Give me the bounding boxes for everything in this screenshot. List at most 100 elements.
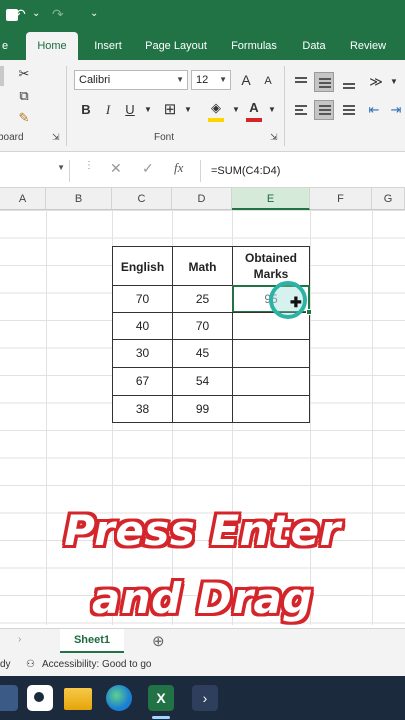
status-ready: dy <box>0 659 11 670</box>
image-app-lens <box>34 692 44 702</box>
formula-bar: ▼ ⋮ ✕ ✓ fx =SUM(C4:D4) <box>0 152 405 188</box>
increase-indent-icon[interactable]: ⇥ <box>386 100 405 120</box>
table-cell[interactable]: 30 <box>112 339 173 368</box>
tab-home[interactable]: Home <box>26 32 78 60</box>
top-align-icon[interactable] <box>290 72 310 92</box>
chevron-down-icon[interactable]: ▼ <box>262 100 282 120</box>
name-box[interactable]: ▼ <box>0 160 70 182</box>
edge-icon[interactable] <box>106 685 132 711</box>
bottom-align-icon[interactable] <box>338 72 358 92</box>
header-cell-english[interactable]: English <box>112 246 173 286</box>
fill-color-swatch <box>208 118 224 122</box>
table-cell[interactable]: 67 <box>112 367 173 396</box>
column-header-g[interactable]: G <box>372 188 405 210</box>
header-cell-math[interactable]: Math <box>172 246 233 286</box>
font-size-box[interactable]: 12 ▼ <box>191 70 231 90</box>
copy-icon[interactable]: ⧉ <box>14 86 34 106</box>
insert-function-icon[interactable]: fx <box>174 160 183 176</box>
cut-icon[interactable]: ✂ <box>14 64 34 84</box>
tab-page-layout[interactable]: Page Layout <box>140 32 212 60</box>
excel-icon[interactable]: X <box>148 685 174 711</box>
tab-file[interactable]: e <box>0 32 12 60</box>
borders-icon[interactable]: ⊞ <box>160 100 180 120</box>
chevron-down-icon[interactable]: ▼ <box>384 72 404 92</box>
shrink-font-icon[interactable]: A <box>258 71 278 91</box>
font-name-box[interactable]: Calibri ▼ <box>74 70 188 90</box>
cancel-icon[interactable]: ✕ <box>110 160 122 177</box>
caption-line-1: Press Enter <box>64 506 341 555</box>
undo-dropdown-icon[interactable]: ⌄ <box>32 8 40 19</box>
tab-insert[interactable]: Insert <box>86 32 130 60</box>
column-header-d[interactable]: D <box>172 188 232 210</box>
font-group-label: Font <box>154 132 175 143</box>
taskbar: X › <box>0 676 405 720</box>
clipboard-launcher-icon[interactable]: ⇲ <box>52 132 60 143</box>
accessibility-icon[interactable]: ⚇ <box>26 654 35 676</box>
column-header-b[interactable]: B <box>46 188 112 210</box>
table-cell[interactable]: 54 <box>172 367 233 396</box>
terminal-icon[interactable]: › <box>192 685 218 711</box>
table-cell[interactable]: 40 <box>112 312 173 340</box>
table-cell[interactable] <box>232 312 310 340</box>
gridline <box>46 210 47 625</box>
tab-review[interactable]: Review <box>342 32 394 60</box>
redo-icon[interactable]: ↷ <box>52 6 64 23</box>
fill-handle[interactable] <box>306 309 312 315</box>
font-color-swatch <box>246 118 262 122</box>
header-cell-obtained-marks[interactable]: Obtained Marks <box>232 246 310 286</box>
bold-button[interactable]: B <box>76 100 96 120</box>
table-cell[interactable]: 45 <box>172 339 233 368</box>
decrease-indent-icon[interactable]: ⇤ <box>364 100 384 120</box>
align-center-icon[interactable] <box>314 100 334 120</box>
more-options-icon: ⋮ <box>84 160 94 171</box>
chevron-down-icon[interactable]: ▼ <box>138 100 158 120</box>
orientation-icon[interactable]: ≫ <box>366 72 386 92</box>
clipboard-group-label: board <box>0 132 24 143</box>
tab-data[interactable]: Data <box>296 32 332 60</box>
undo-icon[interactable]: ↶ <box>14 6 26 23</box>
chevron-down-icon: ▼ <box>176 75 184 84</box>
sheet-tab[interactable]: Sheet1 <box>60 629 124 653</box>
file-explorer-icon[interactable] <box>64 688 92 710</box>
column-header-f[interactable]: F <box>310 188 372 210</box>
column-header-c[interactable]: C <box>112 188 172 210</box>
table-cell[interactable]: 99 <box>172 395 233 423</box>
chevron-down-icon: ▼ <box>57 163 65 172</box>
chevron-down-icon[interactable]: ▼ <box>178 100 198 120</box>
format-painter-icon[interactable]: ✎ <box>14 108 34 128</box>
table-cell[interactable] <box>232 395 310 423</box>
table-cell[interactable]: 70 <box>112 285 173 313</box>
paste-icon[interactable] <box>0 66 4 86</box>
table-cell[interactable]: 70 <box>172 312 233 340</box>
customize-toolbar-icon[interactable]: ⌄ <box>90 8 98 19</box>
gridline <box>372 210 373 625</box>
chevron-down-icon[interactable]: ▼ <box>226 100 246 120</box>
fill-color-icon[interactable]: ◈ <box>206 98 226 118</box>
fill-cursor-icon: ✚ <box>290 294 302 310</box>
column-header-a[interactable]: A <box>0 188 46 210</box>
ribbon-tabs: e Home Insert Page Layout Formulas Data … <box>0 32 405 60</box>
italic-button[interactable]: I <box>98 100 118 120</box>
chevron-right-icon[interactable]: › <box>18 634 21 645</box>
status-bar: dy ⚇ Accessibility: Good to go <box>0 654 405 676</box>
table-cell[interactable] <box>232 367 310 396</box>
table-cell[interactable] <box>232 339 310 368</box>
add-sheet-icon[interactable]: ⊕ <box>152 632 165 650</box>
start-icon[interactable] <box>0 685 18 711</box>
align-right-icon[interactable] <box>338 100 358 120</box>
table-cell[interactable]: 38 <box>112 395 173 423</box>
enter-icon[interactable]: ✓ <box>142 160 154 177</box>
tab-formulas[interactable]: Formulas <box>222 32 286 60</box>
caption-line-2: and Drag <box>92 574 313 623</box>
middle-align-icon[interactable] <box>314 72 334 92</box>
formula-input[interactable]: =SUM(C4:D4) <box>200 160 405 182</box>
chevron-down-icon: ▼ <box>219 75 227 84</box>
font-color-icon[interactable]: A <box>244 98 264 118</box>
align-left-icon[interactable] <box>290 100 310 120</box>
column-header-e[interactable]: E <box>232 188 310 210</box>
font-launcher-icon[interactable]: ⇲ <box>270 132 278 143</box>
accessibility-status[interactable]: Accessibility: Good to go <box>42 654 152 676</box>
table-cell[interactable]: 25 <box>172 285 233 313</box>
grow-font-icon[interactable]: A <box>236 70 256 90</box>
underline-button[interactable]: U <box>120 100 140 120</box>
